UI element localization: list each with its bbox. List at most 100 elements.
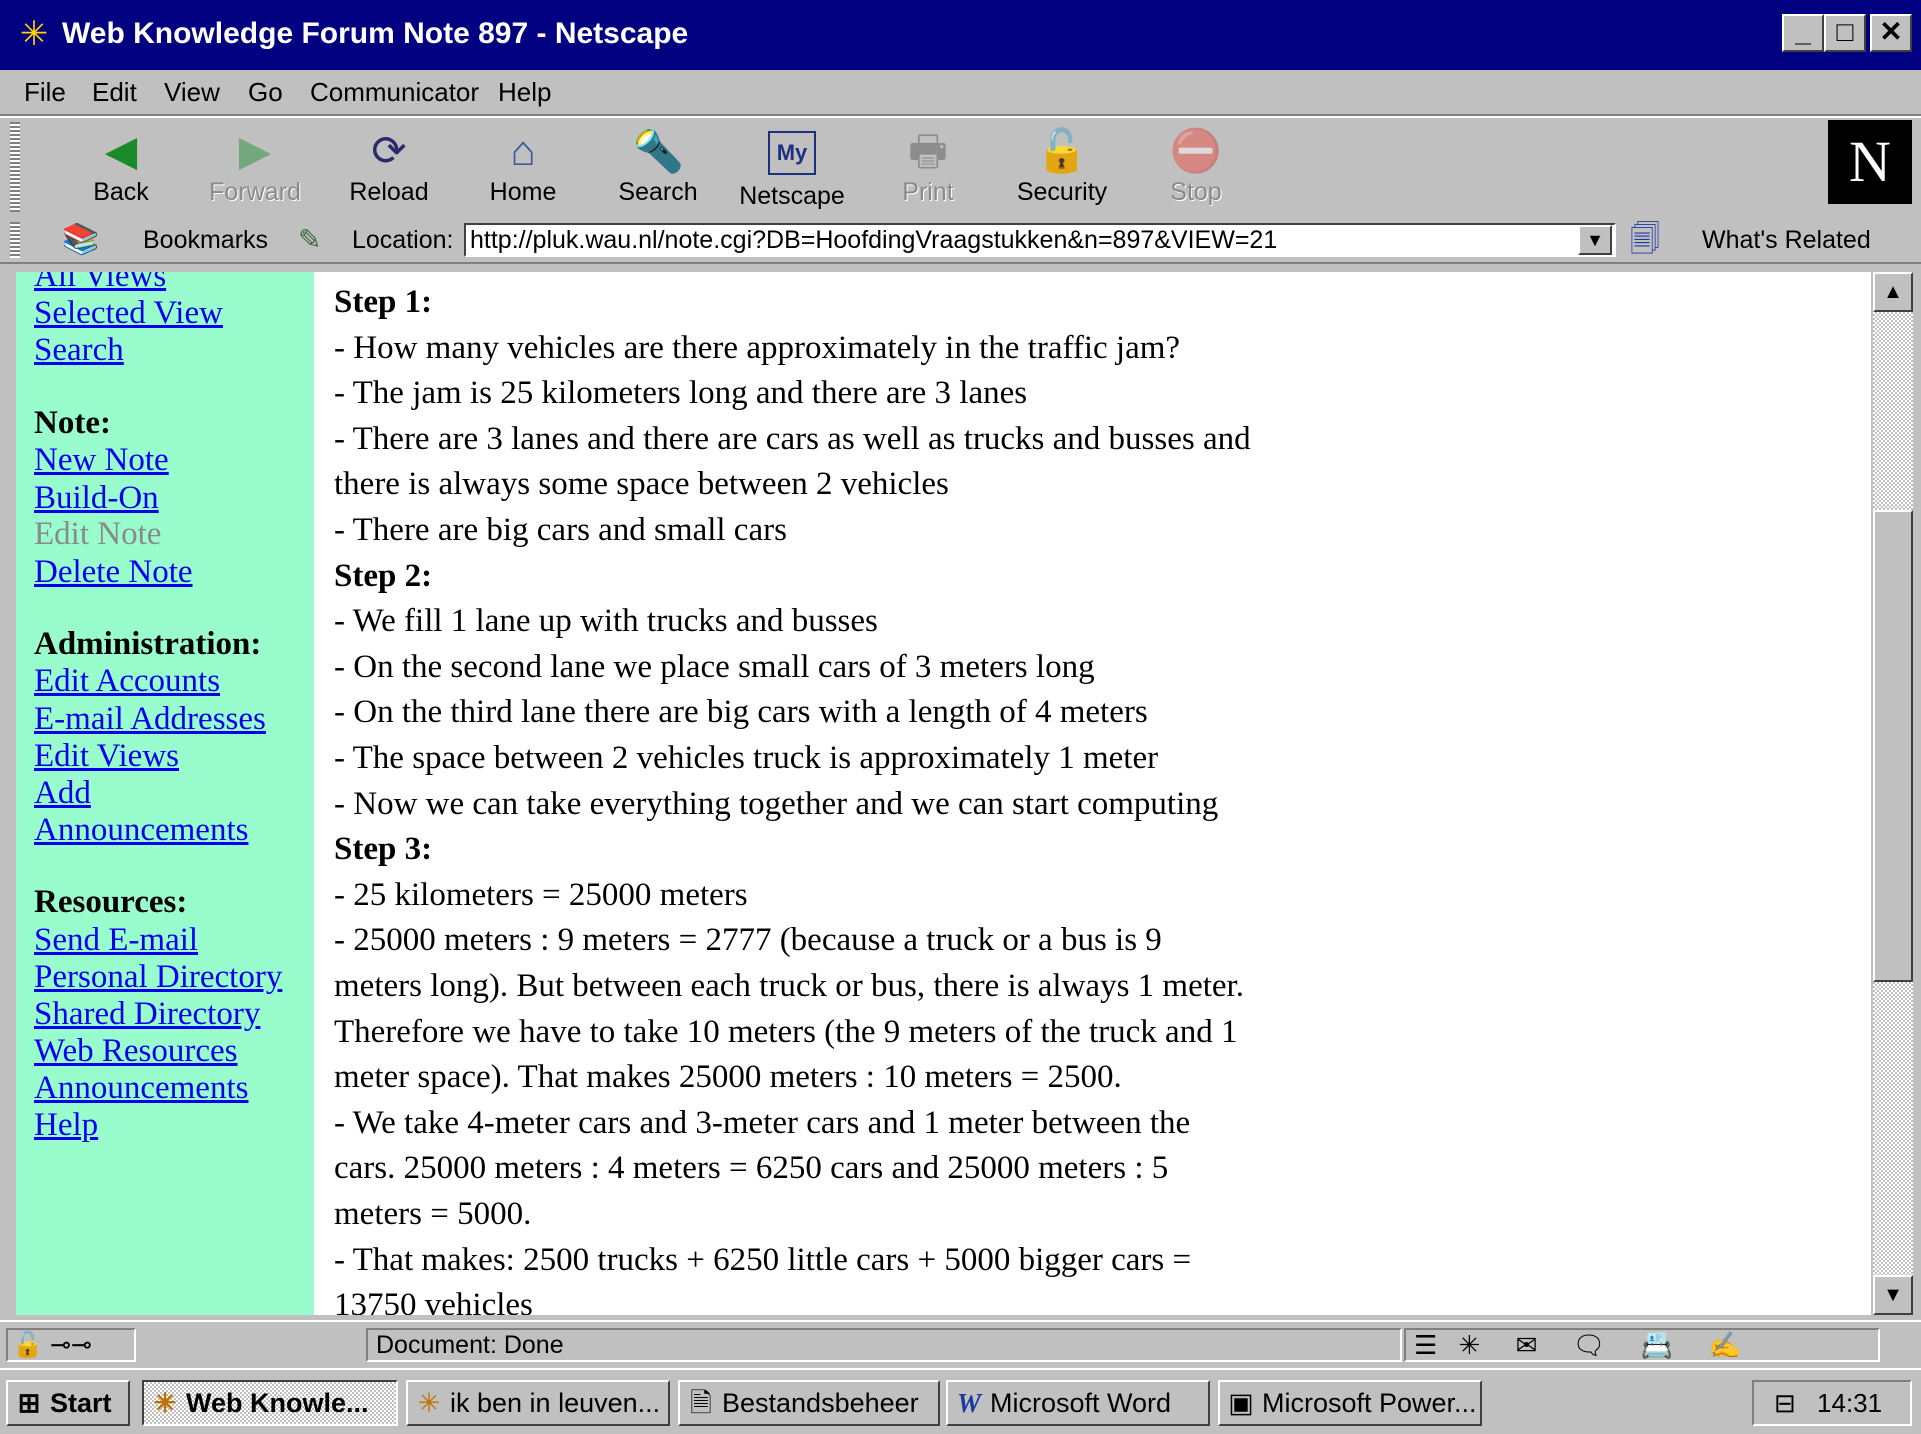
note-text-line: - 25 kilometers = 25000 meters	[334, 876, 748, 913]
online-connection-icon[interactable]: ⊸⊸	[50, 1331, 92, 1359]
stop-button[interactable]: ⛔ Stop	[1141, 126, 1251, 214]
maximize-button[interactable]: □	[1824, 14, 1866, 52]
wkf-app-icon[interactable]: ✳	[14, 14, 54, 54]
stop-icon: ⛔	[1169, 127, 1223, 174]
forum-nav-frame: All Views Selected View Search Note: New Not…	[16, 272, 314, 1315]
nav-link-build-on[interactable]: Build-On	[34, 478, 159, 518]
scroll-down-button[interactable]: ▼	[1873, 1275, 1913, 1315]
note-text-line: - We take 4-meter cars and 3-meter cars …	[334, 1104, 1191, 1141]
taskbar-button-label: Microsoft Power...	[1262, 1388, 1477, 1418]
vertical-scrollbar[interactable]: ▲ ▼	[1873, 272, 1913, 1315]
window-title: Web Knowledge Forum Note 897 - Netscape	[62, 17, 689, 50]
note-text-line: - On the third lane there are big cars w…	[334, 694, 1148, 731]
note-text-line: - On the second lane we place small cars…	[334, 648, 1095, 685]
address-book-icon[interactable]: 📇	[1641, 1330, 1673, 1360]
nav-link-web-resources[interactable]: Web Resources	[34, 1031, 238, 1071]
location-toolbar: 📚 Bookmarks ✎ Location: http://pluk.wau.…	[0, 218, 1921, 264]
taskbar-button[interactable]: W Microsoft Word	[946, 1380, 1210, 1426]
status-bar: 🔓 ⊸⊸ Document: Done ☰ ✳ ✉ 🗨 📇 ✍	[0, 1320, 1921, 1368]
security-button[interactable]: 🔓 Security	[1007, 126, 1117, 214]
location-grip[interactable]	[10, 222, 20, 258]
menu-go[interactable]: Go	[248, 74, 283, 110]
status-text: Document: Done	[366, 1328, 1402, 1362]
nav-link-delete-note[interactable]: Delete Note	[34, 552, 193, 592]
taskbar-button[interactable]: 🗎 Bestandsbeheer	[678, 1380, 940, 1426]
back-icon: ◀	[104, 127, 138, 174]
note-text-line: meter space). That makes 25000 meters : …	[334, 1059, 1122, 1096]
nav-link-shared-directory[interactable]: Shared Directory	[34, 994, 260, 1034]
menu-help[interactable]: Help	[498, 74, 551, 110]
forward-button[interactable]: ▶ Forward	[200, 126, 310, 214]
start-button[interactable]: ⊞ Start	[6, 1380, 130, 1426]
note-text-line: there is always some space between 2 veh…	[334, 466, 949, 503]
page-proxy-icon[interactable]: ✎	[298, 220, 321, 260]
my-netscape-icon: My	[768, 131, 816, 175]
page-info-icon[interactable]: ☰	[1414, 1330, 1437, 1360]
toolbar-grip[interactable]	[10, 122, 20, 212]
step-heading: Step 1:	[334, 284, 433, 320]
nav-link-new-note[interactable]: New Note	[34, 440, 169, 480]
step-heading: Step 3:	[334, 831, 433, 868]
clock[interactable]: 14:31	[1817, 1388, 1882, 1418]
netscape-button[interactable]: My Netscape	[737, 126, 847, 214]
network-tray-icon[interactable]: ⊟	[1774, 1388, 1796, 1418]
windows-logo-icon: ⊞	[17, 1388, 41, 1418]
reload-button[interactable]: ⟳ Reload	[334, 126, 444, 214]
mail-icon[interactable]: ✉	[1516, 1330, 1538, 1360]
nav-link-search[interactable]: Search	[34, 330, 124, 370]
navigator-icon[interactable]: ✳	[1459, 1330, 1481, 1360]
whats-related-button[interactable]: What's Related	[1702, 222, 1871, 258]
note-text-line: - 25000 meters : 9 meters = 2777 (becaus…	[334, 922, 1162, 959]
menu-view[interactable]: View	[164, 74, 220, 110]
bookmarks-button[interactable]: Bookmarks	[143, 222, 268, 258]
toolbar-button-label: Home	[489, 178, 557, 206]
close-button[interactable]: ✕	[1870, 14, 1912, 52]
note-text-line: - There are big cars and small cars	[334, 512, 787, 548]
toolbar-button-label: Back	[93, 178, 149, 206]
home-button[interactable]: ⌂ Home	[468, 126, 578, 214]
scroll-thumb[interactable]	[1873, 510, 1913, 982]
search-button[interactable]: 🔦 Search	[603, 126, 713, 214]
nav-link-announcements[interactable]: Announcements	[34, 810, 248, 850]
print-button[interactable]: 🖶 Print	[873, 126, 983, 214]
netscape-logo[interactable]: N	[1828, 120, 1912, 204]
taskbar-button[interactable]: ▣ Microsoft Power...	[1218, 1380, 1482, 1426]
menu-communicator[interactable]: Communicator	[310, 74, 479, 110]
nav-link-send-e-mail[interactable]: Send E-mail	[34, 920, 198, 960]
nav-link-add[interactable]: Add	[34, 773, 91, 813]
bookmarks-icon[interactable]: 📚	[62, 220, 99, 260]
security-lock-icon[interactable]: 🔓	[12, 1331, 43, 1359]
security-status-panel[interactable]: 🔓 ⊸⊸	[6, 1328, 136, 1362]
menu-edit[interactable]: Edit	[92, 74, 137, 110]
whats-related-icon[interactable]: 🗐	[1630, 220, 1660, 260]
nav-link-selected-view[interactable]: Selected View	[34, 293, 223, 333]
powerpoint-icon: ▣	[1228, 1388, 1254, 1418]
taskbar-button[interactable]: ✳ ik ben in leuven...	[406, 1380, 670, 1426]
taskbar-button[interactable]: ✳ Web Knowle...	[142, 1380, 398, 1426]
back-button[interactable]: ◀ Back	[66, 126, 176, 214]
note-text-line: Therefore we have to take 10 meters (the…	[334, 1013, 1238, 1050]
discussion-icon[interactable]: 🗨	[1573, 1330, 1606, 1360]
scroll-up-button[interactable]: ▲	[1873, 272, 1913, 312]
minimize-button[interactable]: _	[1782, 14, 1824, 52]
nav-link-announcements[interactable]: Announcements	[34, 1068, 248, 1108]
netscape-task-icon: ✳	[417, 1388, 441, 1418]
nav-link-edit-views[interactable]: Edit Views	[34, 736, 179, 776]
note-text-line: - The space between 2 vehicles truck is …	[334, 740, 1159, 776]
composer-icon[interactable]: ✍	[1708, 1330, 1740, 1360]
nav-link-edit-accounts[interactable]: Edit Accounts	[34, 661, 220, 701]
chevron-down-icon: ▼	[1586, 230, 1604, 250]
nav-link-personal-directory[interactable]: Personal Directory	[34, 957, 282, 997]
note-text-line: - That makes: 2500 trucks + 6250 little …	[334, 1241, 1192, 1278]
menu-file[interactable]: File	[24, 74, 66, 110]
nav-link-e-mail-addresses[interactable]: E-mail Addresses	[34, 699, 266, 739]
nav-link-help[interactable]: Help	[34, 1105, 98, 1145]
component-bar: ☰ ✳ ✉ 🗨 📇 ✍	[1404, 1328, 1880, 1362]
note-text-line: - Now we can take everything together an…	[334, 785, 1219, 822]
title-bar: ✳ Web Knowledge Forum Note 897 - Netscap…	[0, 0, 1921, 70]
url-dropdown-button[interactable]: ▼	[1578, 225, 1612, 255]
note-text-line: - The jam is 25 kilometers long and ther…	[334, 375, 1028, 412]
close-icon: ✕	[1879, 16, 1903, 47]
taskbar-button-label: Web Knowle...	[186, 1388, 369, 1418]
url-field[interactable]: http://pluk.wau.nl/note.cgi?DB=HoofdingV…	[464, 223, 1616, 257]
